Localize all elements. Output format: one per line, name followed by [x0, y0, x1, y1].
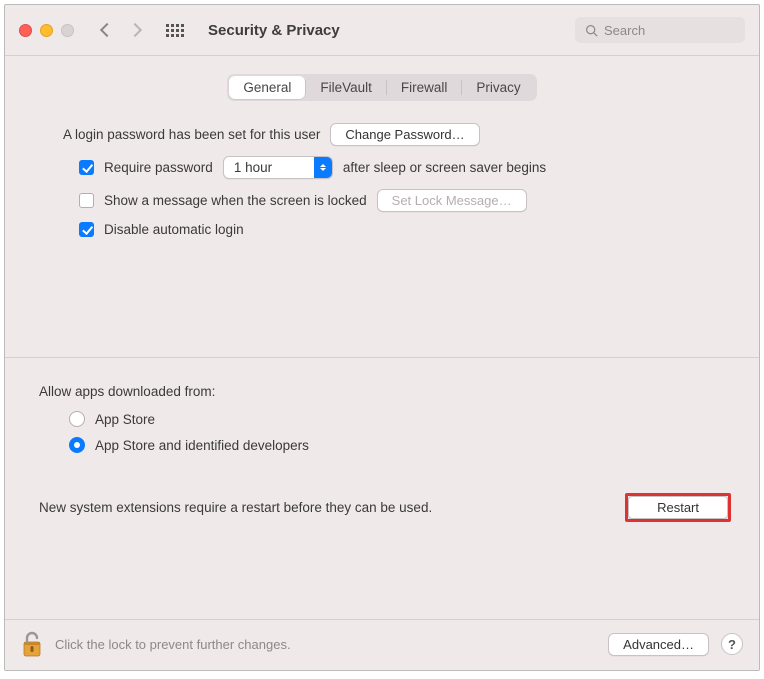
radio-app-store-identified-label: App Store and identified developers — [95, 438, 309, 453]
stepper-icon — [314, 157, 332, 178]
search-field[interactable]: Search — [575, 17, 745, 43]
tab-general[interactable]: General — [229, 76, 305, 99]
allow-apps-section: Allow apps downloaded from: App Store Ap… — [39, 384, 731, 463]
disable-auto-login-checkbox[interactable] — [79, 222, 94, 237]
extensions-notice-text: New system extensions require a restart … — [39, 500, 432, 515]
change-password-button[interactable]: Change Password… — [330, 123, 479, 146]
lock-icon[interactable] — [21, 630, 43, 658]
allow-apps-option-appstore: App Store — [69, 411, 731, 427]
login-password-row: A login password has been set for this u… — [63, 123, 731, 146]
nav-arrows — [102, 25, 140, 35]
zoom-window-button[interactable] — [61, 24, 74, 37]
allow-apps-title: Allow apps downloaded from: — [39, 384, 731, 399]
search-icon — [585, 24, 598, 37]
traffic-lights — [19, 24, 74, 37]
separator — [5, 357, 759, 358]
allow-apps-option-identified: App Store and identified developers — [69, 437, 731, 453]
tab-filevault[interactable]: FileVault — [306, 76, 386, 99]
advanced-button[interactable]: Advanced… — [608, 633, 709, 656]
extensions-restart-row: New system extensions require a restart … — [33, 493, 731, 522]
restart-button[interactable]: Restart — [628, 496, 728, 519]
tab-privacy[interactable]: Privacy — [462, 76, 534, 99]
footer-bar: Click the lock to prevent further change… — [5, 619, 759, 670]
lock-hint-text: Click the lock to prevent further change… — [55, 637, 291, 652]
tab-bar: General FileVault Firewall Privacy — [227, 74, 536, 101]
restart-highlight-box: Restart — [625, 493, 731, 522]
require-password-label-post: after sleep or screen saver begins — [343, 160, 546, 175]
login-password-label: A login password has been set for this u… — [63, 127, 320, 142]
minimize-window-button[interactable] — [40, 24, 53, 37]
radio-app-store-identified[interactable] — [69, 437, 85, 453]
radio-app-store-label: App Store — [95, 412, 155, 427]
show-message-row: Show a message when the screen is locked… — [79, 189, 731, 212]
prefs-window: Security & Privacy Search General FileVa… — [4, 4, 760, 671]
show-message-checkbox[interactable] — [79, 193, 94, 208]
forward-button[interactable] — [128, 23, 142, 37]
set-lock-message-button[interactable]: Set Lock Message… — [377, 189, 527, 212]
close-window-button[interactable] — [19, 24, 32, 37]
show-message-label: Show a message when the screen is locked — [104, 193, 367, 208]
show-all-icon[interactable] — [166, 24, 184, 37]
search-placeholder: Search — [604, 23, 645, 38]
page-title: Security & Privacy — [208, 22, 340, 39]
require-password-checkbox[interactable] — [79, 160, 94, 175]
radio-app-store[interactable] — [69, 411, 85, 427]
require-password-delay-value: 1 hour — [234, 160, 272, 175]
disable-auto-login-row: Disable automatic login — [79, 222, 731, 237]
content-pane: General FileVault Firewall Privacy A log… — [5, 56, 759, 619]
require-password-label-pre: Require password — [104, 160, 213, 175]
back-button[interactable] — [100, 23, 114, 37]
require-password-row: Require password 1 hour after sleep or s… — [79, 156, 731, 179]
tab-firewall[interactable]: Firewall — [387, 76, 462, 99]
require-password-delay-select[interactable]: 1 hour — [223, 156, 333, 179]
window-toolbar: Security & Privacy Search — [5, 5, 759, 55]
help-button[interactable]: ? — [721, 633, 743, 655]
disable-auto-login-label: Disable automatic login — [104, 222, 244, 237]
